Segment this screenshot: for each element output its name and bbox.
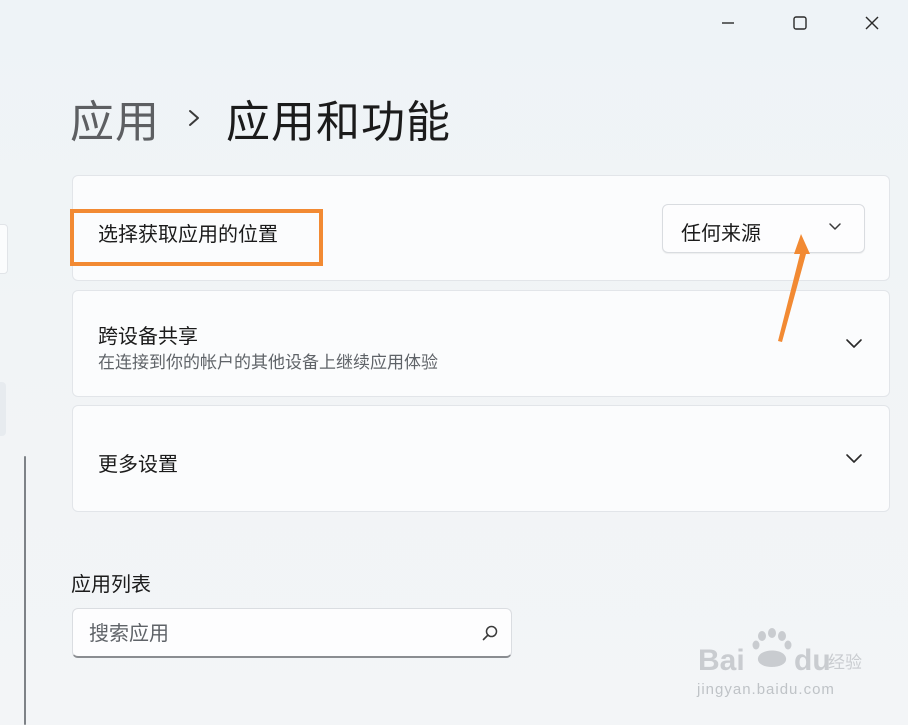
chevron-down-icon xyxy=(846,338,862,348)
search-icon[interactable] xyxy=(481,624,499,642)
breadcrumb-parent-apps[interactable]: 应用 xyxy=(70,86,160,150)
nav-item-partial[interactable] xyxy=(0,224,8,274)
chevron-down-icon xyxy=(829,223,841,230)
app-source-dropdown[interactable]: 任何来源 xyxy=(662,204,865,253)
setting-card-cross-device-sharing[interactable]: 跨设备共享 在连接到你的帐户的其他设备上继续应用体验 xyxy=(72,290,890,397)
app-source-label: 选择获取应用的位置 xyxy=(98,222,278,246)
app-search-input[interactable] xyxy=(73,609,469,656)
minimize-icon xyxy=(722,22,734,24)
breadcrumb: 应用 应用和功能 xyxy=(70,86,451,150)
close-button[interactable] xyxy=(836,0,908,46)
app-list-title: 应用列表 xyxy=(71,572,151,596)
window-controls xyxy=(692,0,908,46)
chevron-right-icon xyxy=(188,108,200,128)
page-title: 应用和功能 xyxy=(226,97,451,148)
nav-item-selected-partial[interactable] xyxy=(0,382,6,436)
chevron-down-icon xyxy=(846,453,862,463)
minimize-button[interactable] xyxy=(692,0,764,46)
svg-text:du: du xyxy=(794,644,831,677)
svg-text:经验: 经验 xyxy=(828,653,862,673)
maximize-button[interactable] xyxy=(764,0,836,46)
close-icon xyxy=(865,16,879,30)
more-settings-title: 更多设置 xyxy=(98,452,178,476)
nav-scrollbar[interactable] xyxy=(24,456,26,725)
cross-device-sharing-title: 跨设备共享 xyxy=(98,324,198,348)
app-search-box xyxy=(72,608,512,658)
cross-device-sharing-description: 在连接到你的帐户的其他设备上继续应用体验 xyxy=(98,353,438,373)
setting-card-more-settings[interactable]: 更多设置 xyxy=(72,405,890,512)
svg-text:Bai: Bai xyxy=(698,644,745,677)
maximize-icon xyxy=(793,16,807,30)
setting-card-app-source: 选择获取应用的位置 任何来源 xyxy=(72,175,890,281)
watermark-domain: jingyan.baidu.com xyxy=(697,681,835,698)
app-source-dropdown-value: 任何来源 xyxy=(681,221,761,245)
